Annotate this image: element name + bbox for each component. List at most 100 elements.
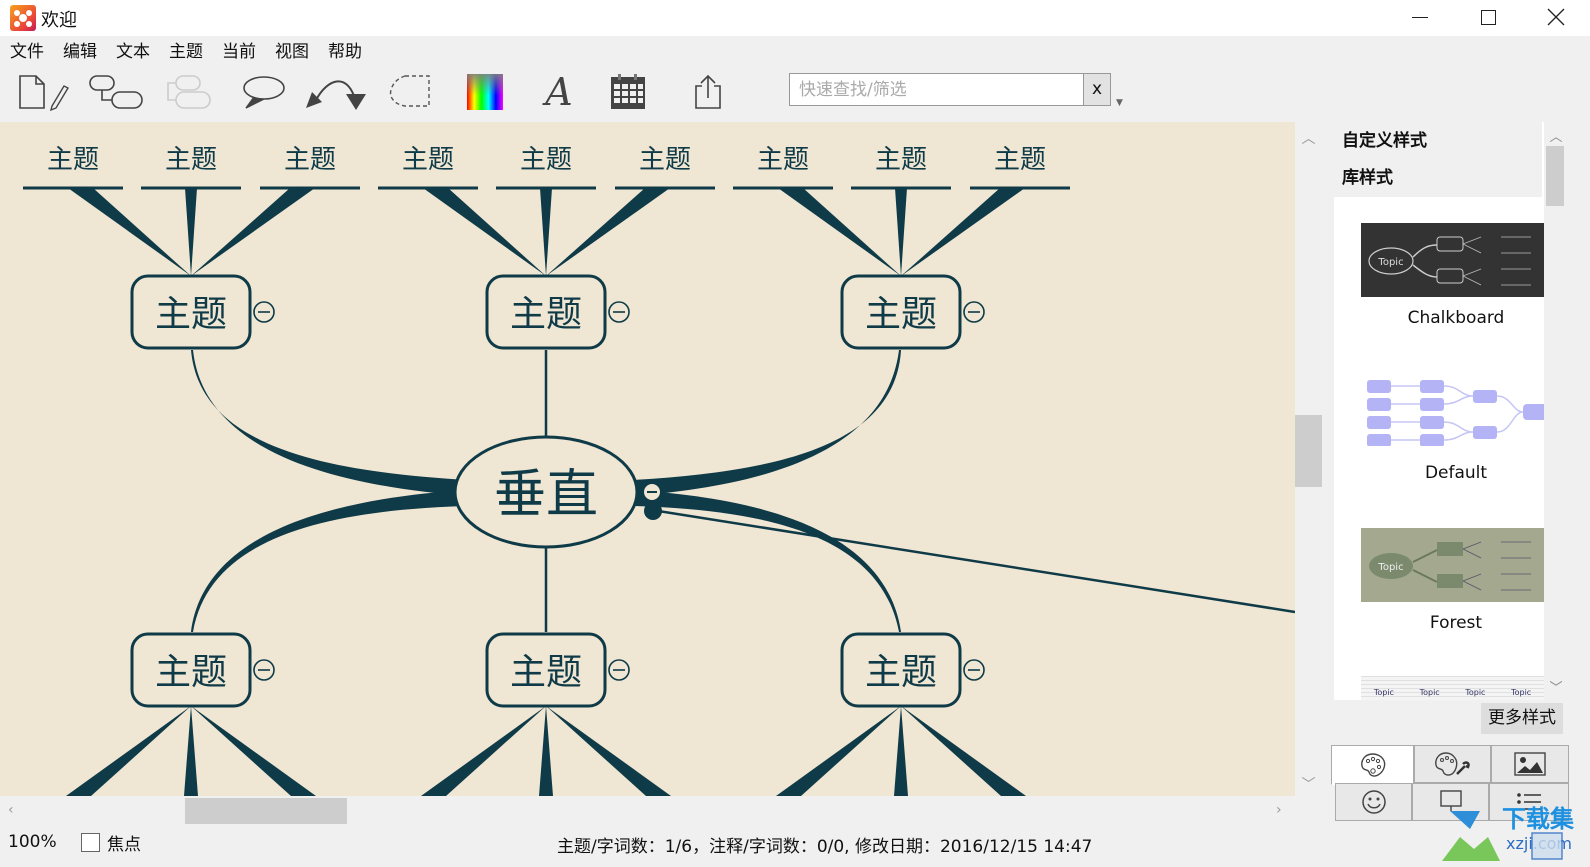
add-topic-disabled-icon bbox=[167, 75, 211, 109]
canvas-vertical-scrollbar[interactable]: ︿ ﹀ bbox=[1295, 122, 1322, 798]
close-button[interactable] bbox=[1521, 0, 1590, 34]
subtopic-connector bbox=[191, 188, 315, 276]
styles-scroll-down-icon[interactable]: ﹀ bbox=[1544, 677, 1564, 696]
style-preview-grid[interactable]: Topic Topic Topic Topic bbox=[1361, 676, 1544, 700]
subtopic[interactable]: 主题 bbox=[402, 145, 454, 175]
style-name-forest[interactable]: Forest bbox=[1361, 613, 1551, 633]
subtopic-connector bbox=[776, 706, 901, 796]
quick-filter-input[interactable] bbox=[790, 74, 1083, 105]
add-subtopic-icon bbox=[89, 75, 143, 109]
subtopic-connector bbox=[191, 706, 316, 796]
add-subtopic-button[interactable] bbox=[86, 70, 146, 114]
tab-icons[interactable] bbox=[1335, 783, 1412, 821]
boundary-button[interactable] bbox=[385, 70, 435, 114]
main-topic-label[interactable]: 主题 bbox=[155, 652, 227, 693]
clear-filter-button[interactable]: x bbox=[1083, 74, 1110, 105]
preview-topic-text: Topic bbox=[1419, 688, 1440, 697]
main-topic-label[interactable]: 主题 bbox=[510, 652, 582, 693]
style-preview-forest[interactable]: Topic bbox=[1361, 528, 1544, 602]
tab-styles[interactable] bbox=[1331, 745, 1414, 785]
main-topic-label[interactable]: 主题 bbox=[510, 294, 582, 335]
menu-edit[interactable]: 编辑 bbox=[53, 38, 106, 66]
subtopic-connector bbox=[421, 706, 546, 796]
styles-scrollbar[interactable]: ︿ ﹀ bbox=[1544, 122, 1564, 700]
subtopic-connector bbox=[423, 188, 546, 276]
subtopic[interactable]: 主题 bbox=[520, 145, 572, 175]
subtopic-connector bbox=[546, 188, 670, 276]
maximize-icon bbox=[1480, 9, 1496, 25]
preview-topic-text: Topic bbox=[1511, 688, 1532, 697]
library-styles-header[interactable]: 库样式 bbox=[1334, 159, 1542, 197]
focus-label: 焦点 bbox=[107, 835, 141, 855]
preview-topic-text: Topic bbox=[1377, 257, 1403, 268]
share-button[interactable] bbox=[688, 70, 728, 114]
horizontal-scroll-thumb[interactable] bbox=[185, 798, 347, 824]
subtopic[interactable]: 主题 bbox=[994, 145, 1046, 175]
forest-preview: Topic bbox=[1369, 541, 1531, 591]
subtopic[interactable]: 主题 bbox=[165, 145, 217, 175]
menu-file[interactable]: 文件 bbox=[0, 38, 53, 66]
branch-connector bbox=[634, 490, 901, 632]
toolbar-overflow-icon[interactable]: ▼ bbox=[1116, 98, 1123, 108]
subtopic-connector bbox=[901, 188, 1025, 276]
callout-button[interactable] bbox=[238, 70, 288, 114]
menu-view[interactable]: 视图 bbox=[265, 38, 318, 66]
branch-connector bbox=[191, 490, 466, 632]
calendar-button[interactable] bbox=[606, 70, 650, 114]
styles-scroll-thumb[interactable] bbox=[1546, 146, 1564, 206]
scroll-down-icon[interactable]: ﹀ bbox=[1295, 774, 1322, 794]
window-title: 欢迎 bbox=[41, 10, 77, 31]
focus-checkbox[interactable] bbox=[81, 833, 100, 852]
minimize-button[interactable] bbox=[1385, 0, 1455, 34]
subtopic-connector bbox=[546, 706, 671, 796]
menu-help[interactable]: 帮助 bbox=[318, 38, 371, 66]
central-topic-label[interactable]: 垂直 bbox=[494, 465, 598, 525]
scroll-up-icon[interactable]: ︿ bbox=[1295, 128, 1322, 148]
chalkboard-preview: Topic bbox=[1368, 236, 1531, 286]
main-topic-label[interactable]: 主题 bbox=[865, 652, 937, 693]
main-topic-label[interactable]: 主题 bbox=[155, 294, 227, 335]
subtopic-connector bbox=[66, 706, 191, 796]
tab-images[interactable] bbox=[1491, 745, 1569, 783]
mindmap-canvas[interactable]: 垂直 主题 主题 主题 主题 主题 主题 主题 主题 主题 主题 主题 主题 主题 主题 主题 bbox=[0, 122, 1295, 796]
default-preview bbox=[1367, 380, 1544, 446]
subtopic[interactable]: 主题 bbox=[757, 145, 809, 175]
vertical-scroll-thumb[interactable] bbox=[1295, 415, 1322, 487]
scroll-right-icon[interactable]: › bbox=[1276, 802, 1282, 818]
menu-text[interactable]: 文本 bbox=[106, 38, 159, 66]
zoom-level[interactable]: 100% bbox=[8, 832, 57, 852]
relationship-button[interactable] bbox=[302, 70, 372, 114]
menu-current[interactable]: 当前 bbox=[212, 38, 265, 66]
maximize-button[interactable] bbox=[1453, 0, 1523, 34]
menu-topic[interactable]: 主题 bbox=[159, 38, 212, 66]
boundary-icon bbox=[389, 75, 430, 107]
preview-topic-text: Topic bbox=[1377, 562, 1403, 573]
font-button[interactable]: A bbox=[538, 70, 580, 114]
style-preview-default[interactable] bbox=[1361, 372, 1544, 446]
minimize-icon bbox=[1412, 16, 1428, 18]
subtopic-connector bbox=[68, 188, 191, 276]
add-topic-button[interactable] bbox=[164, 70, 214, 114]
color-button[interactable] bbox=[464, 70, 506, 114]
subtopic-connector bbox=[185, 188, 197, 276]
style-name-default[interactable]: Default bbox=[1361, 463, 1551, 483]
canvas-horizontal-scrollbar[interactable]: ‹ › bbox=[0, 798, 1295, 825]
watermark-brand: 下载集 bbox=[1502, 805, 1575, 833]
document-stats: 主题/字词数：1/6，注释/字词数：0/0, 修改日期：2016/12/15 1… bbox=[557, 837, 1093, 857]
subtopic[interactable]: 主题 bbox=[284, 145, 336, 175]
style-name-chalkboard[interactable]: Chalkboard bbox=[1361, 308, 1551, 328]
styles-list: 自定义样式 库样式 Topic Chalkboard Default Topic… bbox=[1334, 122, 1564, 700]
tab-custom-styles[interactable] bbox=[1414, 745, 1491, 783]
style-preview-chalkboard[interactable]: Topic bbox=[1361, 223, 1544, 297]
main-topic-label[interactable]: 主题 bbox=[865, 294, 937, 335]
subtopic[interactable]: 主题 bbox=[47, 145, 99, 175]
relationship-handle[interactable] bbox=[644, 502, 662, 520]
subtopic[interactable]: 主题 bbox=[875, 145, 927, 175]
subtopic[interactable]: 主题 bbox=[639, 145, 691, 175]
new-document-icon bbox=[19, 75, 69, 112]
new-document-button[interactable] bbox=[14, 70, 72, 114]
more-styles-button[interactable]: 更多样式 bbox=[1481, 703, 1563, 734]
custom-styles-header[interactable]: 自定义样式 bbox=[1334, 122, 1542, 160]
styles-scroll-up-icon[interactable]: ︿ bbox=[1544, 126, 1564, 145]
scroll-left-icon[interactable]: ‹ bbox=[8, 802, 14, 818]
